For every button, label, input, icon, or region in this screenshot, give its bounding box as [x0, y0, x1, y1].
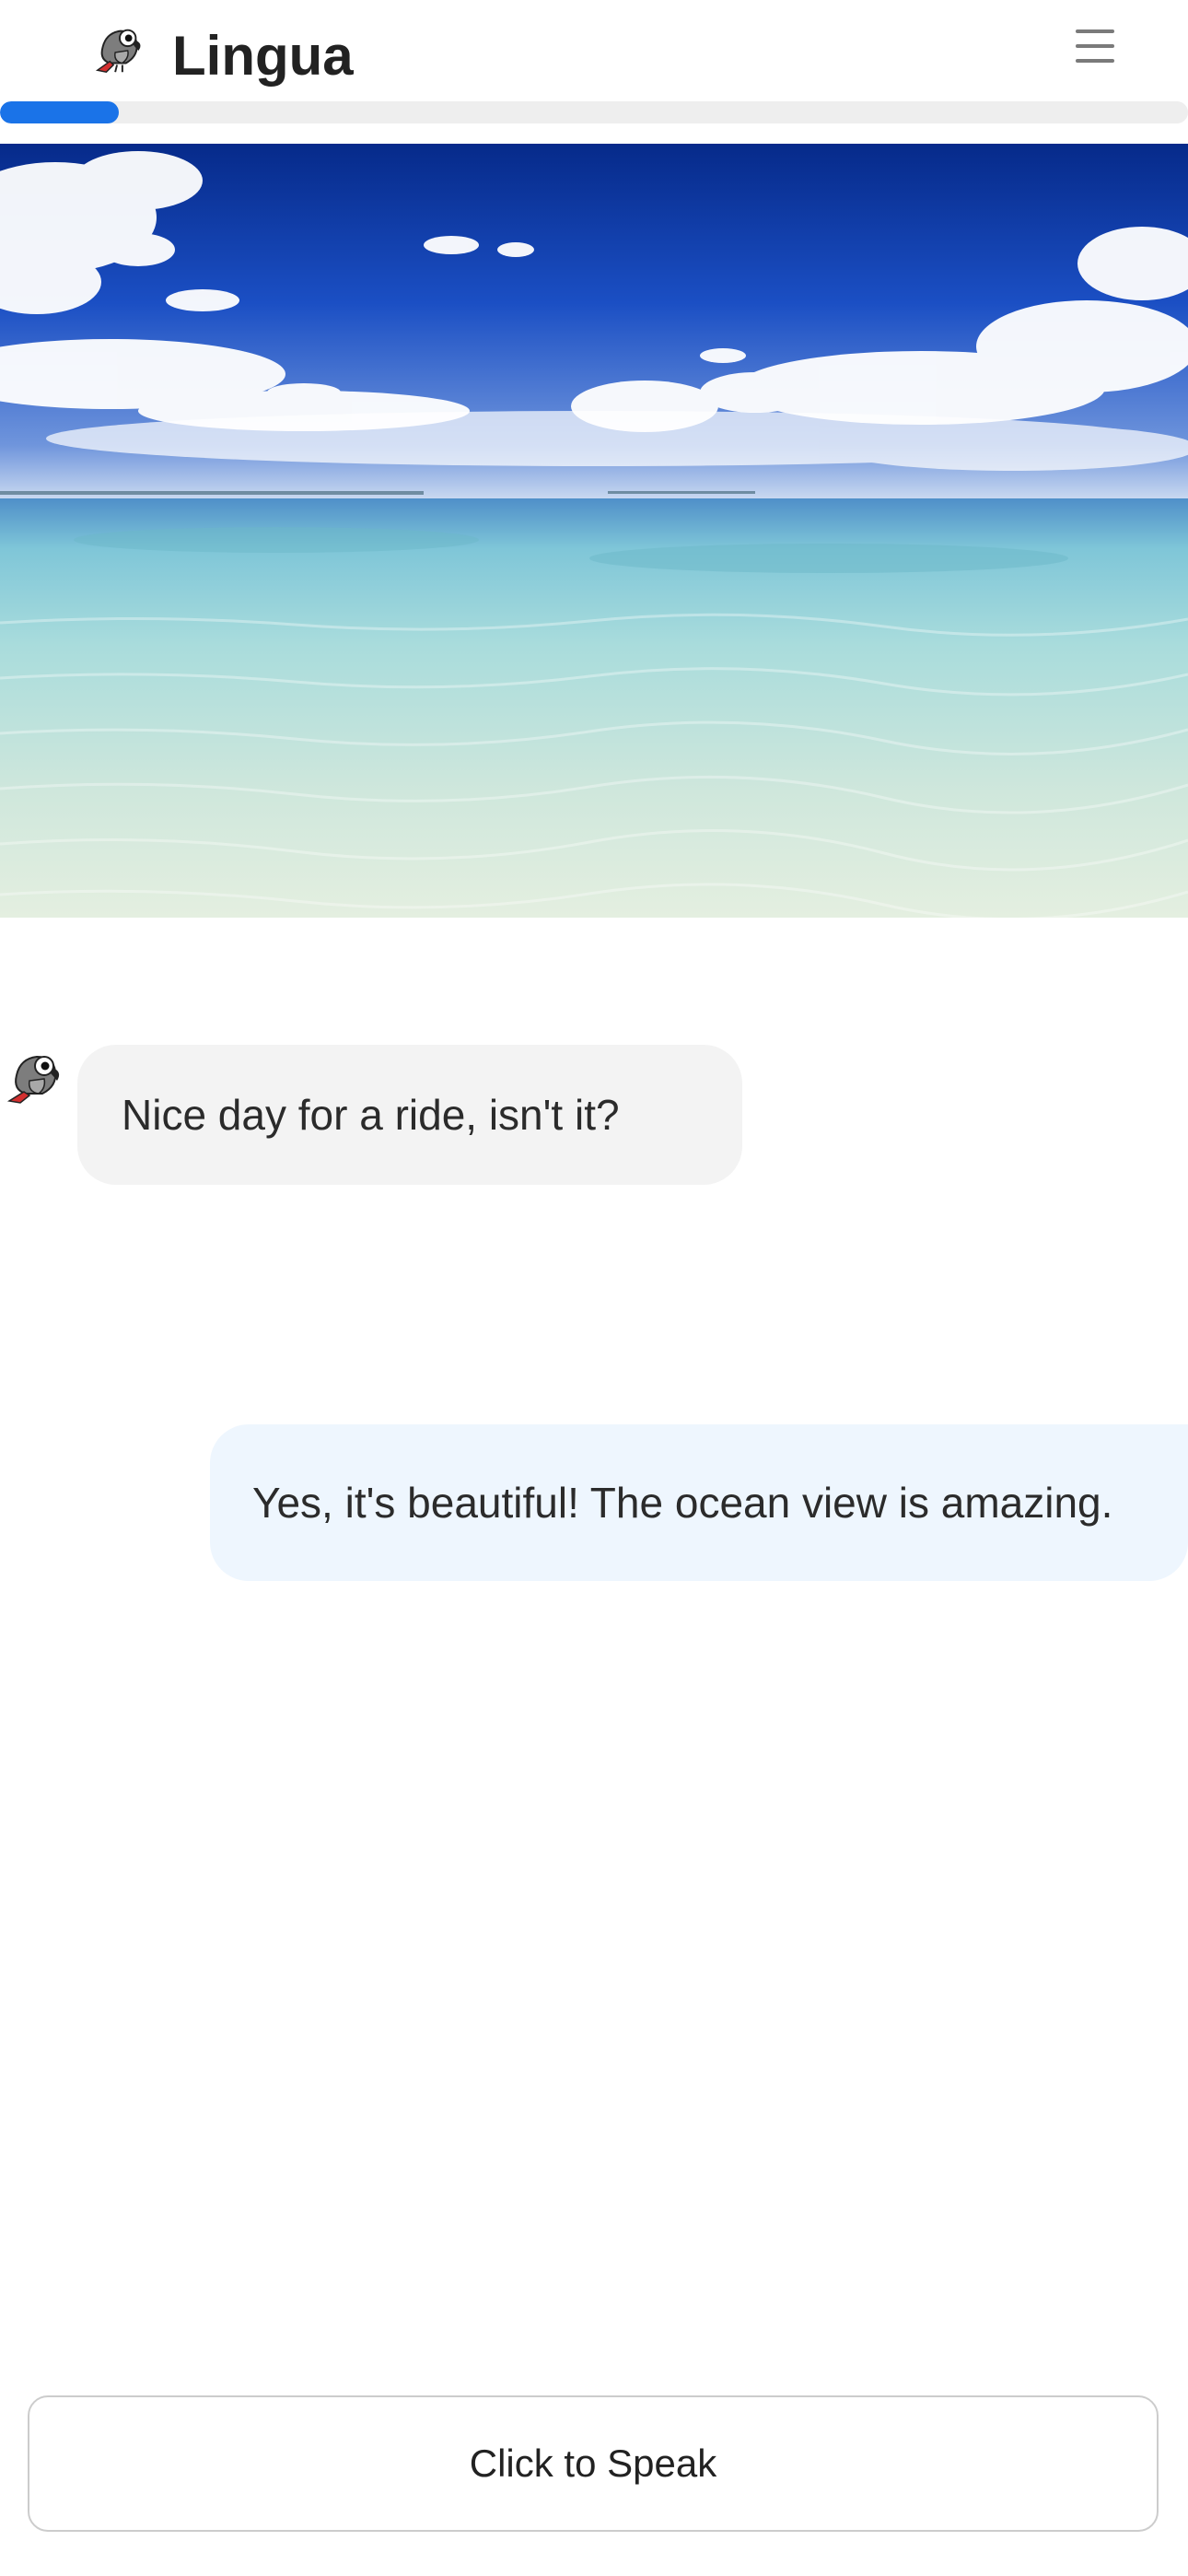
parrot-icon	[95, 29, 141, 73]
app-header: Lingua	[0, 0, 1188, 101]
lesson-progress-bar	[0, 101, 1188, 123]
parrot-icon	[6, 1055, 60, 1104]
menu-button[interactable]	[1076, 26, 1118, 66]
app-title: Lingua	[172, 25, 354, 87]
scene-image	[0, 144, 1188, 918]
progress-fill	[0, 101, 119, 123]
user-message-bubble: Yes, it's beautiful! The ocean view is a…	[210, 1424, 1188, 1581]
bot-message-bubble: Nice day for a ride, isn't it?	[77, 1045, 742, 1185]
click-to-speak-button[interactable]: Click to Speak	[28, 2395, 1159, 2532]
